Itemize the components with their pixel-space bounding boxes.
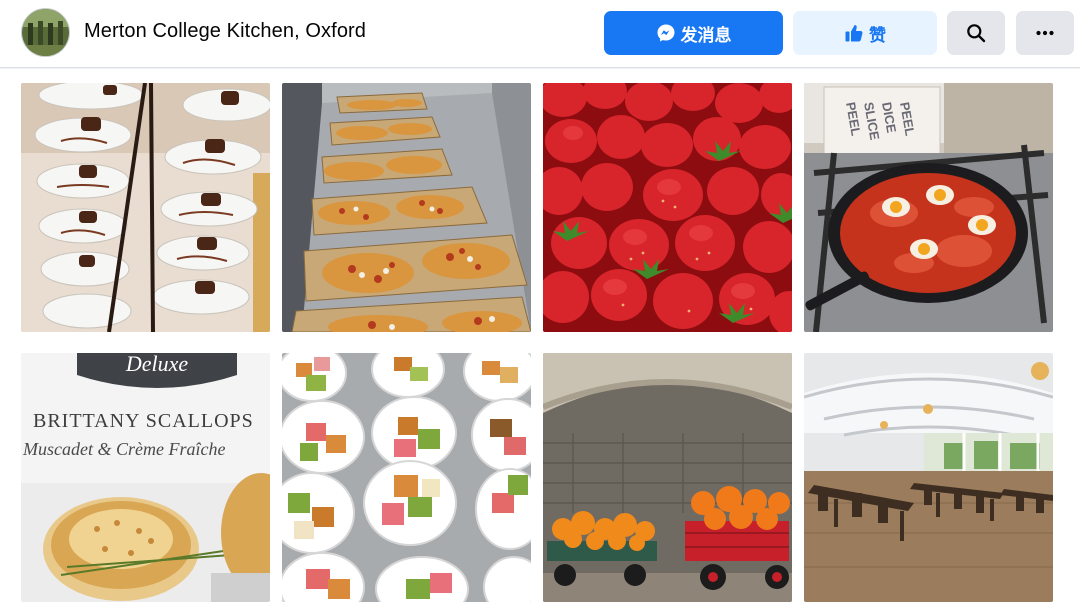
- photo-tile[interactable]: [282, 353, 531, 602]
- photo-tile[interactable]: [282, 83, 531, 332]
- pizza-trays-photo: [282, 83, 531, 332]
- page-title: Merton College Kitchen, Oxford: [84, 20, 367, 42]
- photo-tile[interactable]: PEEL SLICE DICE PEEL: [804, 83, 1053, 332]
- pumpkin-carts-photo: [543, 353, 792, 602]
- photo-tile[interactable]: [543, 83, 792, 332]
- photo-tile[interactable]: [543, 353, 792, 602]
- more-options-button[interactable]: [1016, 11, 1074, 55]
- search-button[interactable]: [947, 11, 1005, 55]
- photo-grid: PEEL SLICE DICE PEEL Deluxe BRITTANY SCA…: [0, 69, 1080, 615]
- dessert-rack-photo: [21, 83, 270, 332]
- box-subtitle: Muscadet & Crème Fraîche: [22, 439, 225, 459]
- shakshuka-pan-photo: PEEL SLICE DICE PEEL: [804, 83, 1053, 332]
- like-page-button[interactable]: 赞: [793, 11, 937, 55]
- thumbs-up-icon: [844, 23, 864, 43]
- scallops-package-photo: Deluxe BRITTANY SCALLOPS Muscadet & Crèm…: [21, 353, 270, 602]
- fruit-cups-photo: [282, 353, 531, 602]
- photo-tile[interactable]: Deluxe BRITTANY SCALLOPS Muscadet & Crèm…: [21, 353, 270, 602]
- messenger-icon: [656, 23, 676, 43]
- more-horizontal-icon: [1035, 23, 1055, 43]
- photo-tile[interactable]: [804, 353, 1053, 602]
- box-title: BRITTANY SCALLOPS: [33, 410, 254, 432]
- photo-tile[interactable]: [21, 83, 270, 332]
- strawberries-photo: [543, 83, 792, 332]
- search-icon: [966, 23, 986, 43]
- like-label: 赞: [869, 25, 886, 45]
- dining-marquee-photo: [804, 353, 1053, 602]
- box-brand: Deluxe: [125, 353, 189, 376]
- page-avatar[interactable]: [21, 8, 70, 57]
- send-message-label: 发消息: [680, 25, 732, 45]
- page-header: Merton College Kitchen, Oxford 发消息 赞: [0, 0, 1080, 68]
- send-message-button[interactable]: 发消息: [604, 11, 783, 55]
